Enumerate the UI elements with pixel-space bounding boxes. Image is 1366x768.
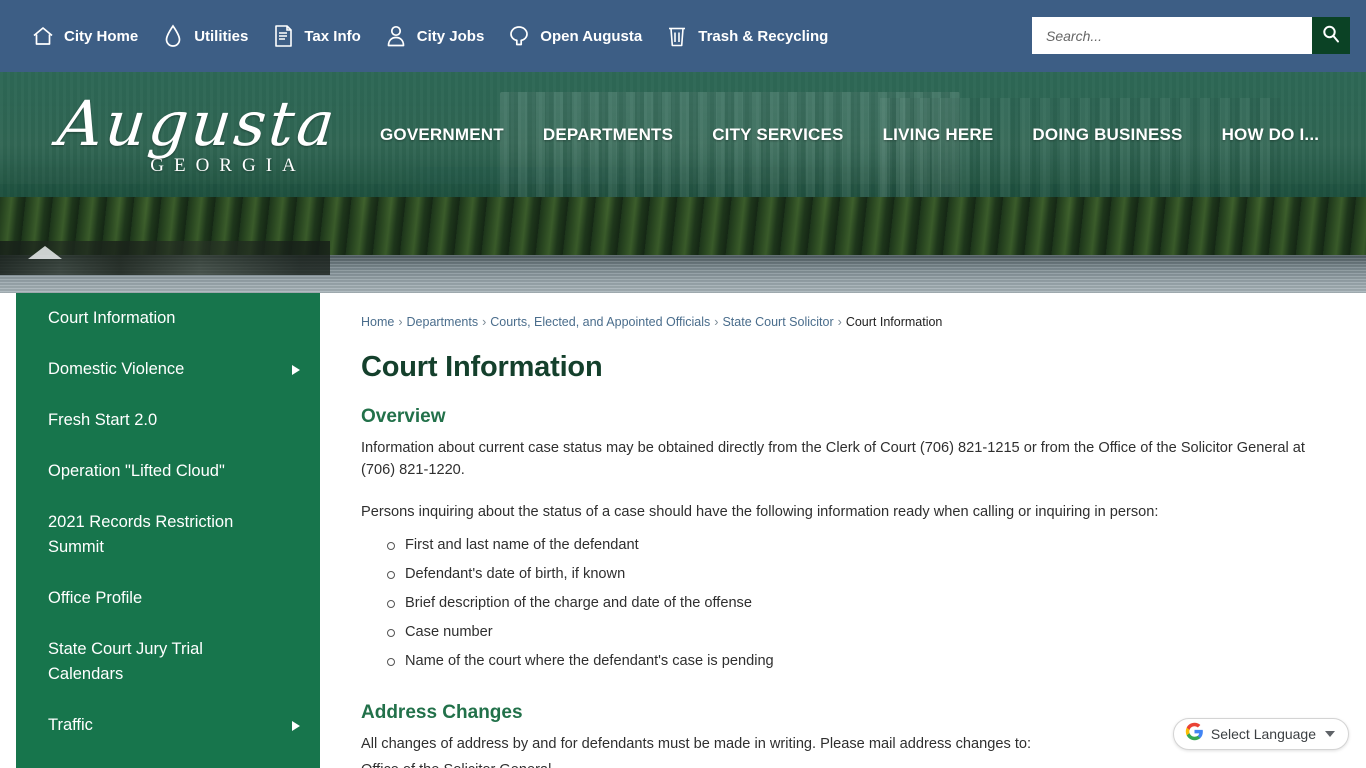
breadcrumb-link-courts-elected-appointed-officials[interactable]: Courts, Elected, and Appointed Officials <box>490 315 710 329</box>
sidebar-item-label: Fresh Start 2.0 <box>48 411 158 429</box>
search-button[interactable] <box>1312 17 1350 54</box>
chevron-right-icon <box>292 364 300 375</box>
section-heading-address-changes: Address Changes <box>361 702 523 723</box>
list-item: Case number <box>385 618 1315 647</box>
list-item: Defendant's date of birth, if known <box>385 560 1315 589</box>
overview-paragraph-2: Persons inquiring about the status of a … <box>361 504 1159 520</box>
topnav-label: Utilities <box>194 27 249 45</box>
trash-can-icon <box>664 23 690 49</box>
top-utility-nav: City Home Utilities Tax Info City Jobs O… <box>30 23 850 49</box>
address-changes-paragraph-1: All changes of address by and for defend… <box>361 736 1032 752</box>
sidebar-item-label: Office Profile <box>48 589 143 607</box>
sidebar-item-2021-records-restriction-summit[interactable]: 2021 Records Restriction Summit <box>16 497 320 573</box>
overview-bullet-list: First and last name of the defendant Def… <box>385 531 1315 676</box>
water-drop-icon <box>160 23 186 49</box>
breadcrumb-link-departments[interactable]: Departments <box>407 315 479 329</box>
site-header-band: Augusta GEORGIA GOVERNMENT DEPARTMENTS C… <box>0 72 1366 197</box>
breadcrumb-separator: › <box>398 315 403 329</box>
sidebar-item-operation-lifted-cloud[interactable]: Operation "Lifted Cloud" <box>16 446 320 497</box>
site-logo[interactable]: Augusta GEORGIA <box>18 76 378 196</box>
search-input[interactable] <box>1032 17 1312 54</box>
topnav-item-city-home[interactable]: City Home <box>30 23 151 49</box>
main-content: Home › Departments › Courts, Elected, and Ap… <box>320 293 1345 768</box>
breadcrumb-separator: › <box>837 315 842 329</box>
search-icon <box>1321 24 1341 47</box>
translate-label: Select Language <box>1210 726 1316 742</box>
breadcrumb-separator: › <box>482 315 487 329</box>
list-item: Brief description of the charge and date… <box>385 589 1315 618</box>
content-card: Court Information Domestic Violence Fres… <box>16 293 1345 768</box>
main-navigation: GOVERNMENT DEPARTMENTS CITY SERVICES LIV… <box>380 72 1319 197</box>
sidebar-item-fresh-start-2-0[interactable]: Fresh Start 2.0 <box>16 395 320 446</box>
sidebar-item-label: Operation "Lifted Cloud" <box>48 462 225 480</box>
topnav-label: City Jobs <box>416 27 485 45</box>
tree-icon <box>506 23 532 49</box>
topnav-label: City Home <box>64 27 139 45</box>
section-heading-overview: Overview <box>361 406 446 427</box>
topnav-item-city-jobs[interactable]: City Jobs <box>383 23 498 49</box>
breadcrumb-link-home[interactable]: Home <box>361 315 394 329</box>
breadcrumb: Home › Departments › Courts, Elected, and Ap… <box>361 315 1315 329</box>
chevron-down-icon <box>1325 731 1335 737</box>
sidebar-item-court-information[interactable]: Court Information <box>16 293 320 344</box>
breadcrumb-current-page: Court Information <box>845 315 943 329</box>
home-icon <box>30 23 56 49</box>
chevron-right-icon <box>292 720 300 731</box>
topnav-item-trash-recycling[interactable]: Trash & Recycling <box>664 23 841 49</box>
sidebar-item-label: 2021 Records Restriction Summit <box>48 513 234 556</box>
sidebar-item-office-profile[interactable]: Office Profile <box>16 573 320 624</box>
nav-item-how-do-i[interactable]: HOW DO I... <box>1222 125 1320 145</box>
left-sidebar-navigation: Court Information Domestic Violence Fres… <box>16 293 320 768</box>
breadcrumb-separator: › <box>714 315 719 329</box>
breadcrumb-link-state-court-solicitor[interactable]: State Court Solicitor <box>722 315 833 329</box>
hero-banner: Augusta GEORGIA GOVERNMENT DEPARTMENTS C… <box>0 72 1366 293</box>
topnav-label: Trash & Recycling <box>698 27 829 45</box>
sidebar-item-label: Traffic <box>48 716 93 734</box>
topnav-label: Open Augusta <box>540 27 643 45</box>
page-title: Court Information <box>361 351 603 383</box>
content-shell: Court Information Domestic Violence Fres… <box>0 293 1366 768</box>
sidebar-item-label: Court Information <box>48 309 176 327</box>
sidebar-item-traffic[interactable]: Traffic <box>16 700 320 751</box>
topnav-item-open-augusta[interactable]: Open Augusta <box>506 23 655 49</box>
nav-item-city-services[interactable]: CITY SERVICES <box>712 125 843 145</box>
nav-item-doing-business[interactable]: DOING BUSINESS <box>1032 125 1182 145</box>
list-item: Name of the court where the defendant's … <box>385 647 1315 676</box>
google-translate-widget[interactable]: Select Language <box>1172 718 1349 750</box>
nav-item-living-here[interactable]: LIVING HERE <box>883 125 994 145</box>
topnav-item-utilities[interactable]: Utilities <box>160 23 261 49</box>
logo-script-text: Augusta <box>54 86 342 160</box>
address-line-1: Office of the Solicitor General <box>361 759 1315 768</box>
address-block: Office of the Solicitor General <box>361 759 1315 768</box>
topnav-item-tax-info[interactable]: Tax Info <box>270 23 373 49</box>
nav-item-government[interactable]: GOVERNMENT <box>380 125 504 145</box>
overview-paragraph-1: Information about current case status ma… <box>361 440 1305 478</box>
document-icon <box>270 23 296 49</box>
top-utility-bar: City Home Utilities Tax Info City Jobs O… <box>0 0 1366 72</box>
sidebar-item-label: Domestic Violence <box>48 360 185 378</box>
hero-tent <box>28 246 62 259</box>
sidebar-item-state-court-jury-trial-calendars[interactable]: State Court Jury Trial Calendars <box>16 624 320 700</box>
topnav-label: Tax Info <box>304 27 361 45</box>
person-icon <box>383 23 409 49</box>
search-container <box>1032 17 1350 54</box>
sidebar-item-label: State Court Jury Trial Calendars <box>48 640 203 683</box>
sidebar-item-domestic-violence[interactable]: Domestic Violence <box>16 344 320 395</box>
list-item: First and last name of the defendant <box>385 531 1315 560</box>
nav-item-departments[interactable]: DEPARTMENTS <box>543 125 673 145</box>
google-g-icon <box>1185 722 1204 746</box>
